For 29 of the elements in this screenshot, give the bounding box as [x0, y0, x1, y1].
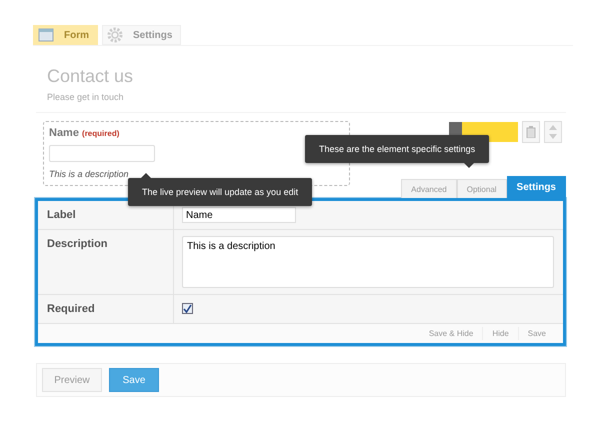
field-label: Name	[49, 127, 79, 139]
top-tab[interactable]: Form	[33, 25, 98, 45]
setting-label: Label	[47, 209, 76, 221]
panel-action-button[interactable]: Save	[518, 327, 555, 340]
preview-button[interactable]: Preview	[42, 368, 102, 392]
field-description: This is a description	[49, 169, 129, 179]
tooltip-text: The live preview will update as you edit	[142, 187, 298, 197]
form-icon	[38, 28, 54, 42]
trash-icon	[526, 126, 536, 138]
setting-label: Description	[47, 238, 108, 250]
setting-label: Required	[47, 303, 95, 315]
reorder-button[interactable]	[544, 121, 562, 143]
description-input[interactable]: This is a description	[182, 236, 554, 288]
delete-button[interactable]	[522, 121, 540, 143]
panel-action-button[interactable]: Hide	[482, 327, 518, 340]
settings-tab[interactable]: Optional	[456, 179, 507, 198]
top-tab[interactable]: Settings	[102, 25, 182, 45]
panel-action-button[interactable]: Save & Hide	[420, 327, 482, 340]
form-subtitle: Please get in touch	[47, 92, 125, 102]
label-input[interactable]: Name	[182, 207, 296, 223]
input-field[interactable]	[49, 145, 155, 162]
settings-tab[interactable]: Advanced	[401, 179, 457, 198]
settings-tab[interactable]: Settings	[506, 176, 566, 198]
required-note: (required)	[82, 129, 120, 138]
save-button[interactable]: Save	[109, 368, 159, 392]
form-title: Contact us	[47, 66, 134, 87]
required-checkbox[interactable]	[182, 303, 193, 314]
up-down-icon	[549, 125, 557, 139]
settings-icon	[107, 27, 123, 43]
